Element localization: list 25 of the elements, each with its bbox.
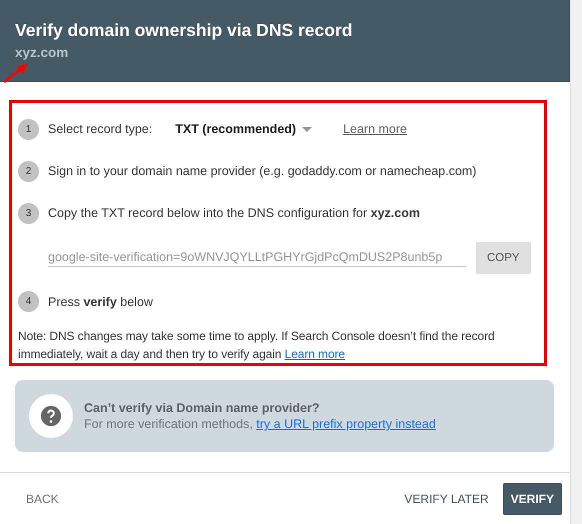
help-title: Can’t verify via Domain name provider? — [84, 401, 320, 415]
dialog-title: Verify domain ownership via DNS record — [15, 20, 354, 41]
txt-record-field[interactable]: google-site-verification=9oWNVJQYLLtPGHYrGjdPcQmDUS2P8unb5p — [48, 248, 466, 267]
step-number: 2 — [18, 160, 39, 182]
help-text: For more verification methods, try a URL prefix property instead — [84, 417, 436, 431]
caret-icon — [302, 126, 312, 132]
back-button[interactable]: BACK — [18, 482, 67, 514]
step-number: 4 — [18, 291, 39, 312]
step-number: 3 — [18, 202, 39, 224]
learn-more-link[interactable]: Learn more — [284, 346, 345, 361]
step-text: Sign in to your domain name provider (e.g. godaddy.com or namecheap.com) — [48, 164, 476, 178]
verify-button[interactable]: VERIFY — [502, 482, 562, 514]
help-icon — [29, 394, 73, 438]
step-text: Copy the TXT record below into the DNS configuration for xyz.com — [48, 206, 420, 220]
copy-button[interactable]: COPY — [476, 242, 531, 274]
learn-more-link[interactable]: Learn more — [343, 122, 408, 136]
note-text: Note: DNS changes may take some time to apply. If Search Console doesn’t find the record immediately, wait a day and then try to verify again Learn more — [18, 328, 496, 363]
verify-later-button[interactable]: VERIFY LATER — [396, 482, 497, 514]
arrow-icon — [2, 62, 30, 84]
domain-subtitle: xyz.com — [15, 45, 70, 60]
record-type-dropdown[interactable]: TXT (recommended) — [175, 122, 312, 136]
step-number: 1 — [18, 118, 39, 140]
url-prefix-link[interactable]: try a URL prefix property instead — [256, 417, 436, 431]
step-text: Press verify below — [48, 294, 153, 309]
step-label: Select record type: — [48, 122, 152, 136]
